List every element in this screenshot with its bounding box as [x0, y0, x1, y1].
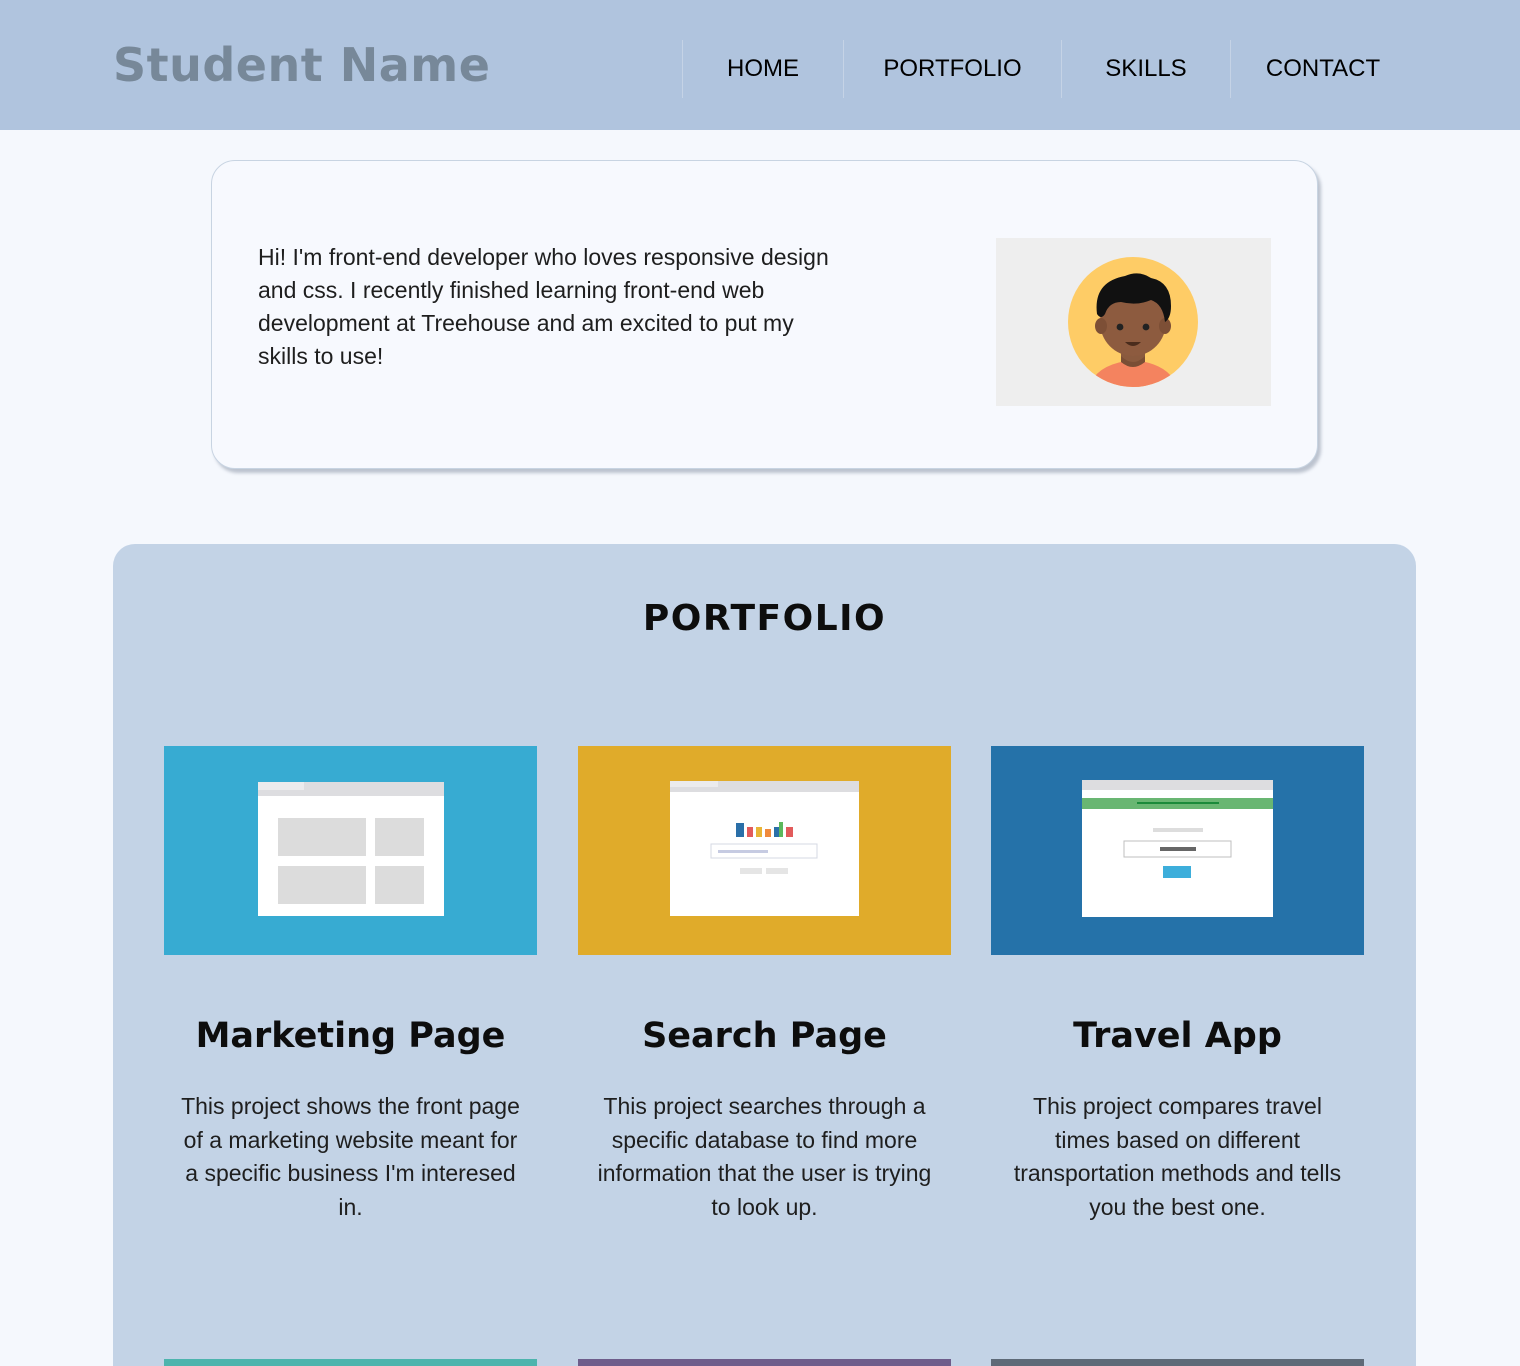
intro-card: Hi! I'm front-end developer who loves re…: [211, 160, 1318, 469]
avatar: [996, 238, 1271, 406]
portfolio-heading: PORTFOLIO: [642, 598, 887, 639]
project-thumbnail-partial[interactable]: [578, 1359, 951, 1366]
travel-app-thumbnail-icon: [991, 746, 1364, 955]
main-nav: HOME PORTFOLIO SKILLS CONTACT: [682, 40, 1415, 98]
project-thumbnail-travel[interactable]: [991, 746, 1364, 955]
project-title: Search Page: [642, 1016, 887, 1056]
project-title: Marketing Page: [195, 1016, 506, 1056]
nav-contact[interactable]: CONTACT: [1230, 40, 1415, 98]
marketing-page-thumbnail-icon: [164, 746, 537, 955]
project-thumbnail-marketing[interactable]: [164, 746, 537, 955]
project-description: This project compares travel times based…: [1013, 1093, 1342, 1220]
nav-skills[interactable]: SKILLS: [1061, 40, 1230, 98]
brand-name[interactable]: Student Name: [113, 38, 490, 92]
project-title: Travel App: [1073, 1016, 1282, 1056]
nav-home[interactable]: HOME: [682, 40, 843, 98]
project-card: Travel App This project compares travel …: [991, 746, 1364, 1220]
project-thumbnail-partial[interactable]: [164, 1359, 537, 1366]
portfolio-section: PORTFOLIO Marketing Page This project sh…: [113, 544, 1416, 1366]
project-card: Search Page This project searches throug…: [578, 746, 951, 1220]
project-card: Marketing Page This project shows the fr…: [164, 746, 537, 1220]
project-thumbnail-partial[interactable]: [991, 1359, 1364, 1366]
project-thumbnail-search[interactable]: [578, 746, 951, 955]
avatar-icon: [1068, 257, 1198, 387]
intro-text: Hi! I'm front-end developer who loves re…: [258, 244, 829, 369]
search-page-thumbnail-icon: [578, 746, 951, 955]
nav-portfolio[interactable]: PORTFOLIO: [843, 40, 1061, 98]
project-description: This project shows the front page of a m…: [181, 1093, 520, 1220]
site-header: Student Name HOME PORTFOLIO SKILLS CONTA…: [0, 0, 1520, 130]
project-description: This project searches through a specific…: [597, 1093, 932, 1220]
